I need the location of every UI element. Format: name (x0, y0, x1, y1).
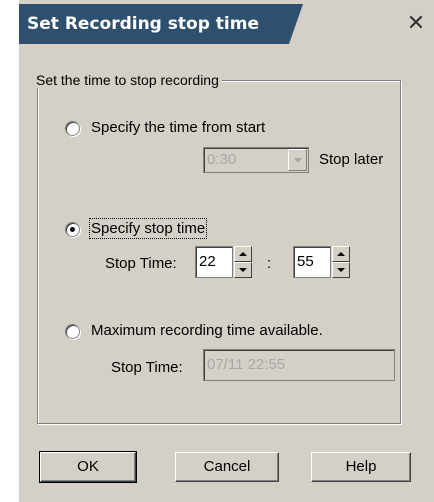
max-stop-time-field: 07/11 22:55 (203, 349, 395, 381)
time-from-start-label[interactable]: Specify the time from start (91, 119, 265, 136)
help-button[interactable]: Help (311, 452, 411, 482)
dialog: Set Recording stop time ✕ Set the time t… (18, 0, 434, 502)
duration-value: 0:30 (207, 151, 237, 168)
dialog-title: Set Recording stop time (19, 4, 303, 44)
hour-spinner[interactable] (234, 246, 252, 278)
stop-later-label: Stop later (319, 151, 384, 168)
group-legend: Set the time to stop recording (33, 72, 222, 88)
title-bar: Set Recording stop time ✕ (19, 0, 434, 44)
minute-spinner[interactable] (332, 246, 350, 278)
specify-stop-time-label[interactable]: Specify stop time (88, 218, 208, 239)
hour-down-arrow-icon[interactable] (234, 262, 252, 278)
minute-field[interactable]: 55 (293, 246, 331, 278)
time-separator: : (267, 255, 272, 272)
chevron-down-icon[interactable] (288, 149, 307, 171)
hour-field[interactable]: 22 (195, 246, 233, 278)
maximum-time-label[interactable]: Maximum recording time available. (91, 322, 323, 339)
minute-up-arrow-icon[interactable] (332, 246, 350, 262)
duration-combo[interactable]: 0:30 (203, 147, 309, 173)
radio-specify-stop-time[interactable] (65, 222, 80, 237)
cancel-button[interactable]: Cancel (175, 452, 279, 482)
radio-selected-dot (70, 227, 75, 232)
max-stop-time-label: Stop Time: (111, 359, 183, 376)
minute-down-arrow-icon[interactable] (332, 262, 350, 278)
radio-time-from-start[interactable] (65, 121, 80, 136)
close-icon[interactable]: ✕ (403, 10, 429, 36)
ok-button[interactable]: OK (39, 451, 137, 483)
stop-time-label: Stop Time: (105, 255, 177, 272)
hour-up-arrow-icon[interactable] (234, 246, 252, 262)
radio-maximum-time[interactable] (65, 324, 80, 339)
